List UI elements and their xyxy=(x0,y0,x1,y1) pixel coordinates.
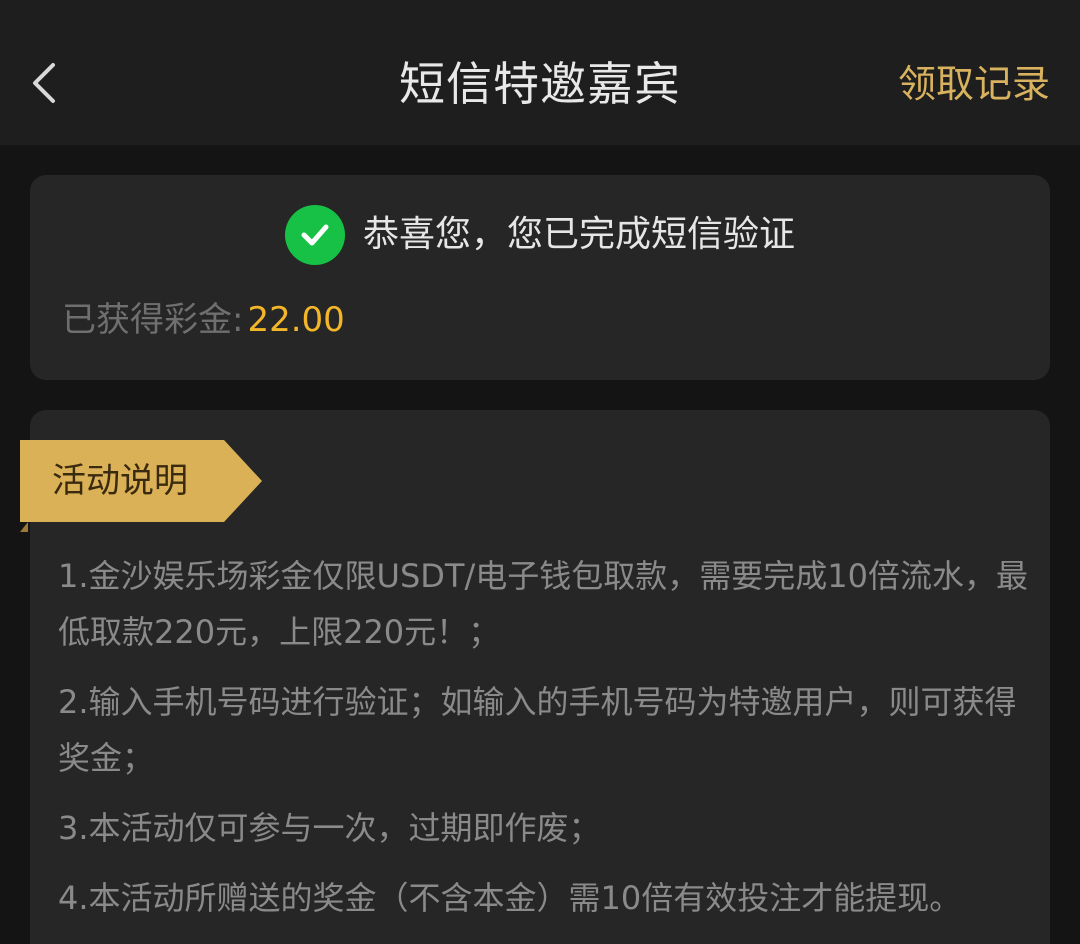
status-line: 恭喜您，您已完成短信验证 xyxy=(30,205,1050,265)
verification-status-card: 恭喜您，您已完成短信验证 已获得彩金: 22.00 xyxy=(30,175,1050,380)
check-circle-icon xyxy=(284,205,345,265)
status-message: 恭喜您，您已完成短信验证 xyxy=(362,214,795,255)
bonus-line: 已获得彩金: 22.00 xyxy=(62,297,345,343)
rule-item: 4.本活动所赠送的奖金（不含本金）需10倍有效投注才能提现。 xyxy=(58,879,962,917)
section-title: 活动说明 xyxy=(52,461,188,501)
rules-list: 1.金沙娱乐场彩金仅限USDT/电子钱包取款，需要完成10倍流水，最低取款220… xyxy=(58,548,1030,940)
bonus-amount: 22.00 xyxy=(247,300,345,340)
section-tag: 活动说明 xyxy=(20,440,262,532)
rule-item: 2.输入手机号码进行验证；如输入的手机号码为特邀用户，则可获得奖金； xyxy=(58,683,1017,777)
bonus-label: 已获得彩金: xyxy=(62,300,244,340)
rule-item: 3.本活动仅可参与一次，过期即作废； xyxy=(58,809,601,847)
claim-records-link[interactable]: 领取记录 xyxy=(898,57,1050,111)
page: 短信特邀嘉宾 领取记录 恭喜您，您已完成短信验证 已获得彩金: 22.00 活动说… xyxy=(0,0,1080,944)
rule-item: 1.金沙娱乐场彩金仅限USDT/电子钱包取款，需要完成10倍流水，最低取款220… xyxy=(58,557,1028,651)
top-bar: 短信特邀嘉宾 领取记录 xyxy=(0,0,1080,145)
